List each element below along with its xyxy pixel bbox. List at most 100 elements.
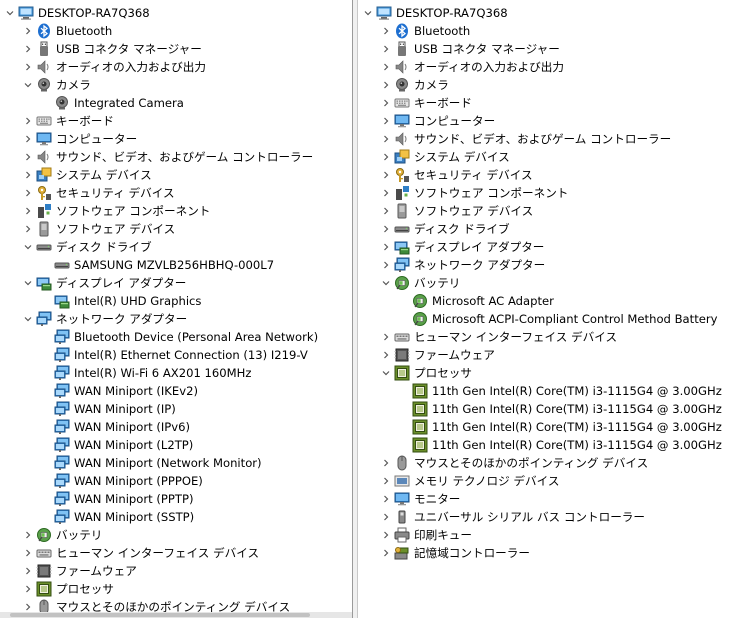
chevron-right-icon[interactable] [22, 544, 34, 562]
chevron-right-icon[interactable] [380, 346, 392, 364]
device-category-node[interactable]: ファームウェア [380, 346, 495, 364]
device-category-node[interactable]: セキュリティ デバイス [22, 184, 175, 202]
chevron-right-icon[interactable] [380, 544, 392, 562]
device-category-node[interactable]: プロセッサ [380, 364, 472, 382]
device-node[interactable]: WAN Miniport (SSTP) [40, 508, 194, 526]
chevron-right-icon[interactable] [22, 58, 34, 76]
device-node[interactable]: WAN Miniport (IP) [40, 400, 176, 418]
chevron-down-icon[interactable] [22, 238, 34, 256]
device-category-node[interactable]: USB コネクタ マネージャー [380, 40, 560, 58]
chevron-right-icon[interactable] [22, 112, 34, 130]
chevron-down-icon[interactable] [380, 364, 392, 382]
chevron-down-icon[interactable] [22, 76, 34, 94]
device-node[interactable]: Intel(R) UHD Graphics [40, 292, 201, 310]
device-category-node[interactable]: Bluetooth [22, 22, 112, 40]
device-category-node[interactable]: ヒューマン インターフェイス デバイス [380, 328, 617, 346]
device-category-node[interactable]: ソフトウェア デバイス [380, 202, 533, 220]
device-node[interactable]: WAN Miniport (PPPOE) [40, 472, 203, 490]
chevron-right-icon[interactable] [380, 184, 392, 202]
scrollbar-thumb[interactable] [10, 613, 310, 617]
device-category-node[interactable]: プロセッサ [22, 580, 114, 598]
device-category-node[interactable]: バッテリ [22, 526, 102, 544]
chevron-right-icon[interactable] [380, 76, 392, 94]
chevron-right-icon[interactable] [380, 22, 392, 40]
device-category-node[interactable]: Bluetooth [380, 22, 470, 40]
device-category-node[interactable]: ソフトウェア デバイス [22, 220, 175, 238]
device-category-node[interactable]: ソフトウェア コンポーネント [22, 202, 210, 220]
chevron-down-icon[interactable] [380, 274, 392, 292]
device-category-node[interactable]: コンピューター [22, 130, 137, 148]
device-category-node[interactable]: キーボード [380, 94, 472, 112]
device-category-node[interactable]: セキュリティ デバイス [380, 166, 533, 184]
device-category-node[interactable]: 記憶域コントローラー [380, 544, 530, 562]
device-category-node[interactable]: メモリ テクノロジ デバイス [380, 472, 559, 490]
chevron-right-icon[interactable] [380, 202, 392, 220]
device-category-node[interactable]: コンピューター [380, 112, 495, 130]
device-category-node[interactable]: サウンド、ビデオ、およびゲーム コントローラー [22, 148, 313, 166]
chevron-right-icon[interactable] [22, 580, 34, 598]
chevron-right-icon[interactable] [380, 148, 392, 166]
chevron-right-icon[interactable] [380, 508, 392, 526]
device-category-node[interactable]: バッテリ [380, 274, 460, 292]
chevron-right-icon[interactable] [380, 130, 392, 148]
chevron-right-icon[interactable] [22, 220, 34, 238]
device-node[interactable]: Bluetooth Device (Personal Area Network) [40, 328, 318, 346]
device-category-node[interactable]: オーディオの入力および出力 [380, 58, 564, 76]
chevron-down-icon[interactable] [22, 274, 34, 292]
device-node[interactable]: WAN Miniport (Network Monitor) [40, 454, 262, 472]
device-category-node[interactable]: システム デバイス [22, 166, 152, 184]
device-category-node[interactable]: ディスク ドライブ [22, 238, 152, 256]
device-category-node[interactable]: ネットワーク アダプター [380, 256, 545, 274]
chevron-right-icon[interactable] [22, 148, 34, 166]
device-category-node[interactable]: ファームウェア [22, 562, 137, 580]
device-node[interactable]: Intel(R) Ethernet Connection (13) I219-V [40, 346, 308, 364]
device-category-node[interactable]: モニター [380, 490, 460, 508]
device-node[interactable]: 11th Gen Intel(R) Core(TM) i3-1115G4 @ 3… [398, 418, 722, 436]
chevron-right-icon[interactable] [380, 256, 392, 274]
device-category-node[interactable]: ヒューマン インターフェイス デバイス [22, 544, 259, 562]
chevron-right-icon[interactable] [22, 202, 34, 220]
device-category-node[interactable]: ディスプレイ アダプター [22, 274, 186, 292]
chevron-right-icon[interactable] [380, 40, 392, 58]
device-category-node[interactable]: ディスプレイ アダプター [380, 238, 544, 256]
device-node[interactable]: WAN Miniport (IPv6) [40, 418, 190, 436]
chevron-right-icon[interactable] [22, 526, 34, 544]
chevron-right-icon[interactable] [380, 328, 392, 346]
computer-root-node[interactable]: DESKTOP-RA7Q368 [4, 4, 150, 22]
device-category-node[interactable]: ユニバーサル シリアル バス コントローラー [380, 508, 645, 526]
computer-root-node[interactable]: DESKTOP-RA7Q368 [362, 4, 508, 22]
chevron-right-icon[interactable] [380, 58, 392, 76]
horizontal-scrollbar[interactable] [0, 612, 352, 618]
chevron-down-icon[interactable] [4, 4, 16, 22]
device-node[interactable]: Microsoft AC Adapter [398, 292, 554, 310]
device-node[interactable]: 11th Gen Intel(R) Core(TM) i3-1115G4 @ 3… [398, 400, 722, 418]
chevron-right-icon[interactable] [380, 454, 392, 472]
chevron-right-icon[interactable] [380, 238, 392, 256]
device-node[interactable]: Intel(R) Wi-Fi 6 AX201 160MHz [40, 364, 251, 382]
device-node[interactable]: Integrated Camera [40, 94, 184, 112]
device-category-node[interactable]: サウンド、ビデオ、およびゲーム コントローラー [380, 130, 671, 148]
device-node[interactable]: WAN Miniport (IKEv2) [40, 382, 198, 400]
device-category-node[interactable]: USB コネクタ マネージャー [22, 40, 202, 58]
chevron-right-icon[interactable] [22, 562, 34, 580]
device-node[interactable]: 11th Gen Intel(R) Core(TM) i3-1115G4 @ 3… [398, 382, 722, 400]
chevron-right-icon[interactable] [380, 472, 392, 490]
device-category-node[interactable]: カメラ [380, 76, 449, 94]
chevron-right-icon[interactable] [380, 94, 392, 112]
device-category-node[interactable]: ディスク ドライブ [380, 220, 510, 238]
chevron-right-icon[interactable] [380, 112, 392, 130]
device-category-node[interactable]: ネットワーク アダプター [22, 310, 187, 328]
device-category-node[interactable]: ソフトウェア コンポーネント [380, 184, 568, 202]
chevron-right-icon[interactable] [380, 526, 392, 544]
device-node[interactable]: Microsoft ACPI-Compliant Control Method … [398, 310, 718, 328]
chevron-right-icon[interactable] [22, 130, 34, 148]
device-node[interactable]: SAMSUNG MZVLB256HBHQ-000L7 [40, 256, 274, 274]
device-category-node[interactable]: マウスとそのほかのポインティング デバイス [380, 454, 648, 472]
chevron-down-icon[interactable] [22, 310, 34, 328]
chevron-right-icon[interactable] [380, 490, 392, 508]
device-node[interactable]: WAN Miniport (L2TP) [40, 436, 193, 454]
device-category-node[interactable]: キーボード [22, 112, 114, 130]
device-node[interactable]: 11th Gen Intel(R) Core(TM) i3-1115G4 @ 3… [398, 436, 722, 454]
device-category-node[interactable]: オーディオの入力および出力 [22, 58, 206, 76]
device-category-node[interactable]: システム デバイス [380, 148, 510, 166]
